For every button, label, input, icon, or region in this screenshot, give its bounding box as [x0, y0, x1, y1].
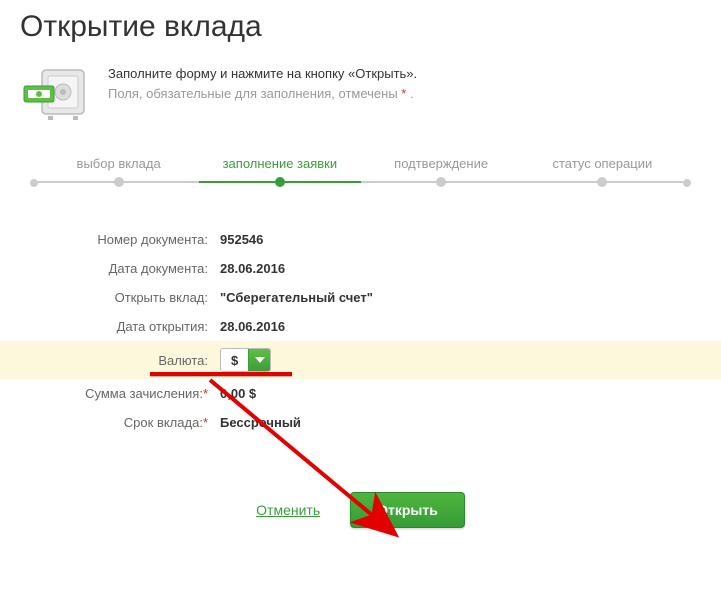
row-term: Срок вклада:* Бессрочный — [20, 408, 701, 437]
row-amount: Сумма зачисления:* 0,00 $ — [20, 379, 701, 408]
label-term: Срок вклада:* — [20, 415, 220, 430]
instruction-main: Заполните форму и нажмите на кнопку «Отк… — [108, 64, 417, 84]
row-open-deposit: Открыть вклад: "Сберегательный счет" — [20, 283, 701, 312]
row-currency: Валюта: $ — [0, 341, 721, 379]
label-doc-number: Номер документа: — [20, 232, 220, 247]
value-amount: 0,00 $ — [220, 386, 256, 401]
currency-value: $ — [221, 353, 248, 368]
value-open-date: 28.06.2016 — [220, 319, 285, 334]
actions-bar: Отменить Открыть — [20, 492, 701, 528]
open-button[interactable]: Открыть — [350, 492, 465, 528]
instruction-block: Заполните форму и нажмите на кнопку «Отк… — [20, 64, 701, 124]
step-fill-form: заполнение заявки — [199, 156, 360, 187]
chevron-down-icon[interactable] — [248, 349, 270, 371]
row-open-date: Дата открытия: 28.06.2016 — [20, 312, 701, 341]
value-doc-date: 28.06.2016 — [220, 261, 285, 276]
label-currency: Валюта: — [20, 353, 220, 368]
step-select-deposit: выбор вклада — [38, 156, 199, 187]
label-amount: Сумма зачисления:* — [20, 386, 220, 401]
instruction-sub: Поля, обязательные для заполнения, отмеч… — [108, 84, 417, 104]
label-doc-date: Дата документа: — [20, 261, 220, 276]
safe-icon — [20, 64, 90, 124]
value-open-deposit: "Сберегательный счет" — [220, 290, 373, 305]
row-doc-date: Дата документа: 28.06.2016 — [20, 254, 701, 283]
step-confirm: подтверждение — [361, 156, 522, 187]
value-doc-number: 952546 — [220, 232, 263, 247]
page-title: Открытие вклада — [20, 10, 701, 44]
label-open-deposit: Открыть вклад: — [20, 290, 220, 305]
progress-stepper: выбор вклада заполнение заявки подтвержд… — [20, 156, 701, 187]
label-open-date: Дата открытия: — [20, 319, 220, 334]
step-status: статус операции — [522, 156, 683, 187]
currency-select[interactable]: $ — [220, 348, 271, 372]
row-doc-number: Номер документа: 952546 — [20, 225, 701, 254]
value-term: Бессрочный — [220, 415, 301, 430]
cancel-link[interactable]: Отменить — [256, 502, 320, 518]
